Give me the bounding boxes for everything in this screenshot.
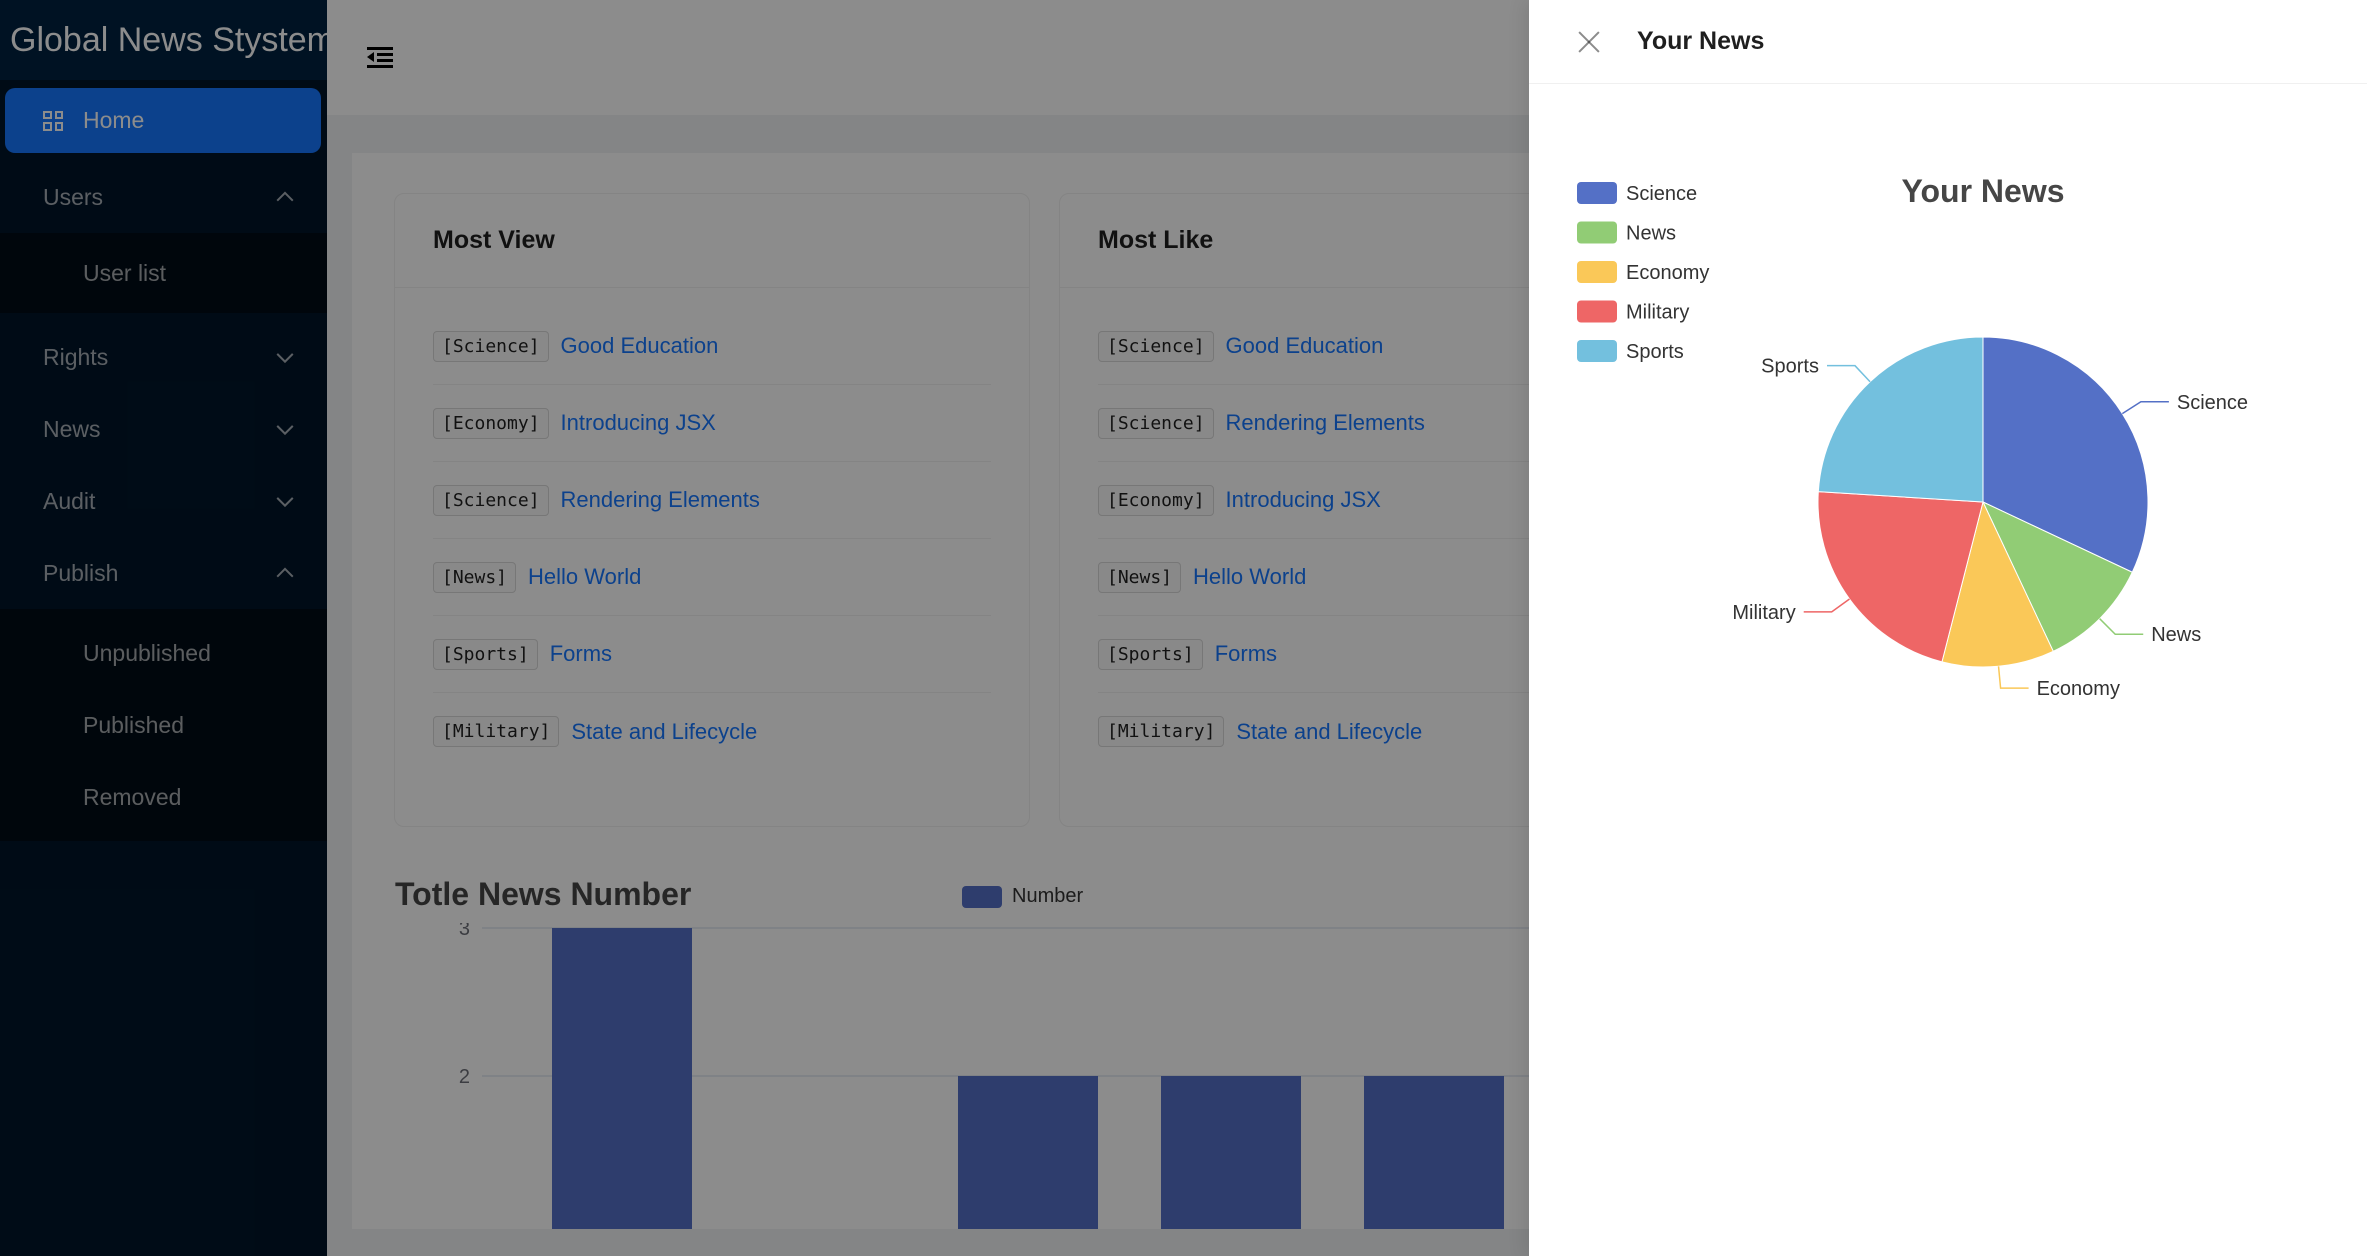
pie-slice-label: Science <box>2177 392 2248 414</box>
pie-slice-label: Economy <box>2037 678 2120 700</box>
legend-swatch <box>1577 261 1617 283</box>
legend-swatch <box>1577 300 1617 323</box>
legend-swatch <box>1577 221 1617 244</box>
legend-swatch <box>1577 182 1617 204</box>
drawer-title: Your News <box>1637 27 1765 55</box>
legend-item[interactable]: Sports <box>1577 340 1684 363</box>
legend-label: Military <box>1626 302 1689 324</box>
pie-leader-line <box>1997 666 2029 689</box>
legend-label: Sports <box>1626 341 1684 363</box>
legend-item[interactable]: Economy <box>1577 261 1709 284</box>
legend-item[interactable]: Science <box>1577 182 1697 205</box>
legend-item[interactable]: Military <box>1577 300 1689 324</box>
legend-swatch <box>1577 340 1617 362</box>
pie-slice-label: Military <box>1732 602 1795 624</box>
pie-slice-label: News <box>2151 624 2201 646</box>
pie-chart: Your News Science News Economy Military Sport… <box>1577 173 2248 700</box>
pie-leader-line <box>1803 598 1850 613</box>
close-icon[interactable] <box>1577 30 1601 54</box>
legend-label: Economy <box>1626 262 1709 284</box>
legend-label: News <box>1626 223 1676 245</box>
pie-leader-line <box>2099 618 2144 635</box>
pie-slice[interactable] <box>1817 336 1984 503</box>
drawer-header: Your News <box>1529 0 2367 84</box>
your-news-drawer: Your News Your News Science News Economy Mil… <box>1529 0 2367 1256</box>
legend-item[interactable]: News <box>1577 221 1676 245</box>
pie-slice-label: Sports <box>1761 356 1819 378</box>
pie-leader-line <box>2121 401 2169 415</box>
pie-leader-line <box>1826 364 1871 383</box>
legend-label: Science <box>1626 183 1697 205</box>
pie-chart-title: Your News <box>1902 173 2065 209</box>
